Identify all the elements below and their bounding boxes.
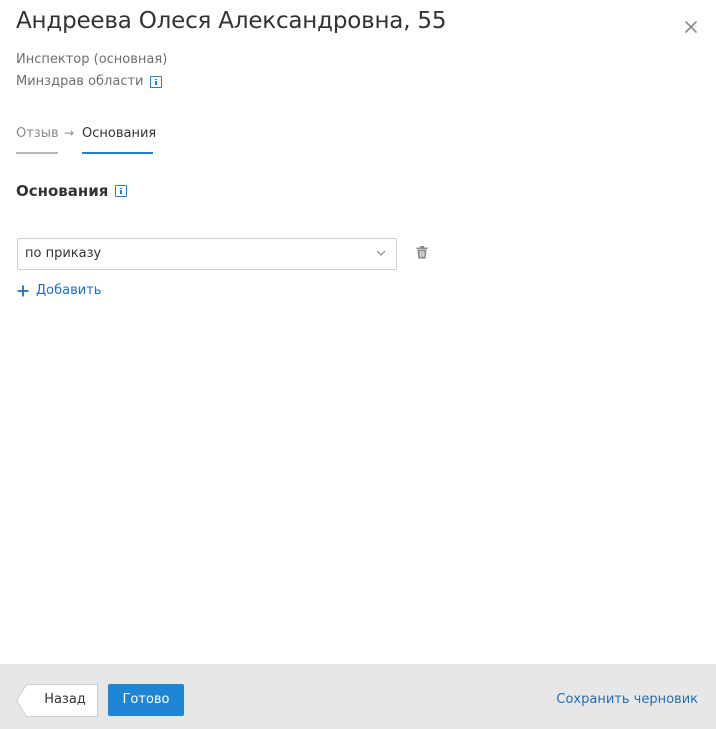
organization-text: Минздрав области: [16, 74, 144, 89]
close-icon[interactable]: [683, 19, 699, 35]
step-review-label: Отзыв: [16, 126, 59, 141]
step-grounds-label: Основания: [82, 126, 157, 141]
add-ground-label: Добавить: [36, 283, 102, 298]
done-button[interactable]: Готово: [108, 684, 184, 716]
section-title-text: Основания: [16, 182, 109, 200]
section-title: Основания: [16, 182, 128, 200]
person-role: Инспектор (основная): [16, 52, 167, 67]
save-draft-link[interactable]: Сохранить черновик: [556, 692, 698, 707]
role-text: Инспектор (основная): [16, 52, 168, 67]
grounds-select-value: по приказу: [25, 246, 102, 261]
add-ground-button[interactable]: Добавить: [17, 283, 101, 298]
step-grounds-indicator: [82, 152, 153, 154]
info-icon[interactable]: [115, 185, 128, 197]
chevron-down-icon: [376, 250, 386, 256]
back-button-label: Назад: [44, 692, 86, 707]
back-button[interactable]: Назад: [16, 684, 98, 717]
person-organization: Минздрав области: [16, 74, 162, 89]
grounds-select[interactable]: по приказу: [17, 238, 397, 270]
trash-icon[interactable]: [416, 246, 428, 259]
step-review-indicator: [16, 152, 58, 154]
arrow-right-icon: →: [64, 126, 75, 140]
plus-icon: [17, 285, 29, 296]
step-review[interactable]: Отзыв: [16, 126, 59, 154]
footer-bar: Назад Готово Сохранить черновик: [0, 664, 716, 729]
info-icon[interactable]: [149, 75, 162, 88]
step-grounds[interactable]: Основания: [82, 126, 157, 154]
page-title: Андреева Олеся Александровна, 55: [16, 8, 447, 34]
